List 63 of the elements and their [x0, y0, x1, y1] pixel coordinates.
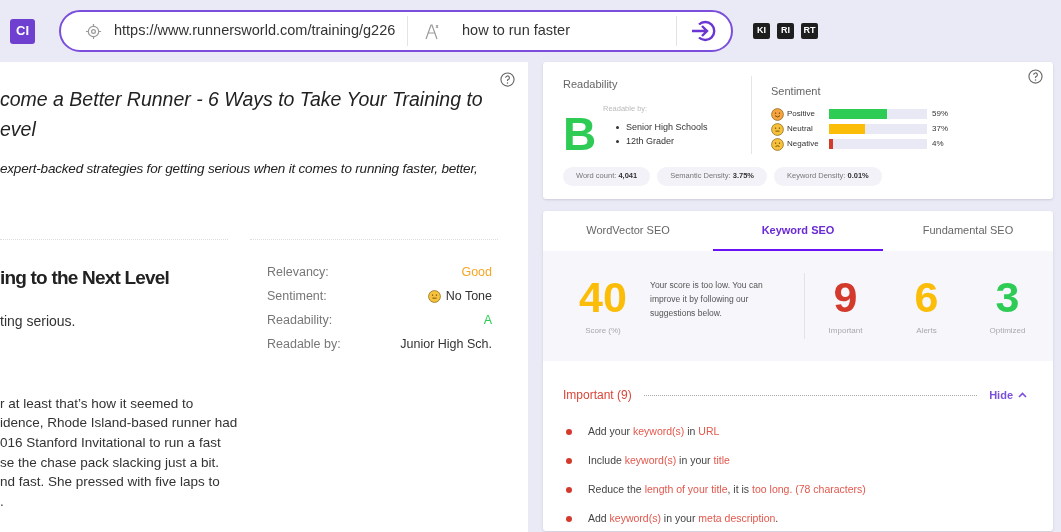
help-icon[interactable]: [500, 72, 515, 87]
enter-arrow-icon: [690, 19, 716, 43]
emoji-face-icon: [771, 107, 784, 121]
sentiment-percent: 59%: [932, 108, 948, 120]
chevron-icon: [1018, 392, 1027, 398]
meta-value: No Tone: [445, 287, 492, 305]
article-title: come a Better Runner - 6 Ways to Take Your Training to: [0, 87, 483, 112]
article-paragraph-line: se the chase pack slacking just a bit.: [0, 453, 220, 472]
app-logo[interactable]: CI: [10, 18, 35, 44]
emoji-face-icon: [771, 122, 784, 136]
section-title: Important (9): [563, 387, 632, 404]
emoji-face-icon: [427, 289, 441, 303]
card-title: Readability: [563, 77, 618, 92]
suggestion-text: Reduce the length of your title, it is too long. (78 characters): [588, 482, 866, 498]
sentiment-label: Neutral: [787, 123, 814, 135]
suggestion-text: Include keyword(s) in your title: [588, 453, 730, 469]
target-icon: [85, 22, 102, 40]
readable-by-item: Senior High Schools: [626, 121, 708, 134]
sentiment-label: Positive: [787, 108, 816, 120]
score-value: 40: [579, 275, 627, 319]
font-icon: [424, 22, 440, 40]
meta-label: Readability:: [267, 311, 333, 329]
score-label: Score (%): [585, 325, 621, 337]
meta-label: Sentiment:: [267, 287, 327, 305]
article-paragraph-line: nd fast. She pressed with five laps to: [0, 473, 220, 492]
tool-button[interactable]: KI: [753, 23, 770, 39]
sentiment-percent: 37%: [932, 123, 948, 135]
article-subtitle: expert-backed strategies for getting serious when it comes to running faster, better,: [0, 160, 478, 178]
meta-value: Junior High Sch.: [400, 335, 492, 353]
sentiment-label: Negative: [787, 138, 820, 150]
suggestion-text: Add your keyword(s) in URL: [588, 424, 720, 440]
meta-label: Relevancy:: [267, 263, 329, 281]
readability-grade: B: [563, 110, 598, 157]
article-paragraph-line: r at least that’s how it seemed to: [0, 394, 194, 413]
readable-by-item: 12th Grader: [626, 135, 675, 148]
keyword-field[interactable]: how to run faster: [462, 20, 672, 42]
tool-button[interactable]: RT: [801, 23, 818, 39]
emoji-face-icon: [771, 137, 784, 151]
article-paragraph-line: .: [0, 492, 4, 511]
url-field[interactable]: https://www.runnersworld.com/training/g226: [114, 20, 399, 42]
hide-toggle[interactable]: Hide: [989, 386, 1027, 404]
section-text: ting serious.: [0, 311, 76, 331]
meta-value: A: [483, 311, 492, 329]
count-label: Optimized: [989, 325, 1026, 337]
score-message: Your score is too low. You can improve it by following our suggestions below.: [650, 279, 764, 320]
count-value: 6: [914, 275, 939, 319]
article-paragraph-line: idence, Rhode Island-based runner had: [0, 414, 238, 433]
card-title: Sentiment: [771, 84, 821, 99]
help-icon[interactable]: [1028, 69, 1043, 84]
seo-tab[interactable]: WordVector SEO: [543, 211, 713, 251]
count-label: Alerts: [916, 325, 937, 337]
tool-button[interactable]: RI: [777, 23, 794, 39]
count-value: 9: [833, 275, 858, 319]
count-label: Important: [828, 325, 863, 337]
meta-value: Good: [461, 263, 492, 281]
count-value: 3: [995, 275, 1020, 319]
seo-tab[interactable]: Fundamental SEO: [883, 211, 1053, 251]
meta-label: Readable by:: [267, 335, 341, 353]
section-heading: ing to the Next Level: [0, 266, 169, 291]
suggestion-text: Add keyword(s) in your meta description.: [588, 511, 779, 527]
article-title: evel: [0, 117, 36, 142]
sentiment-percent: 4%: [932, 138, 944, 150]
article-paragraph-line: 016 Stanford Invitational to run a fast: [0, 433, 221, 452]
